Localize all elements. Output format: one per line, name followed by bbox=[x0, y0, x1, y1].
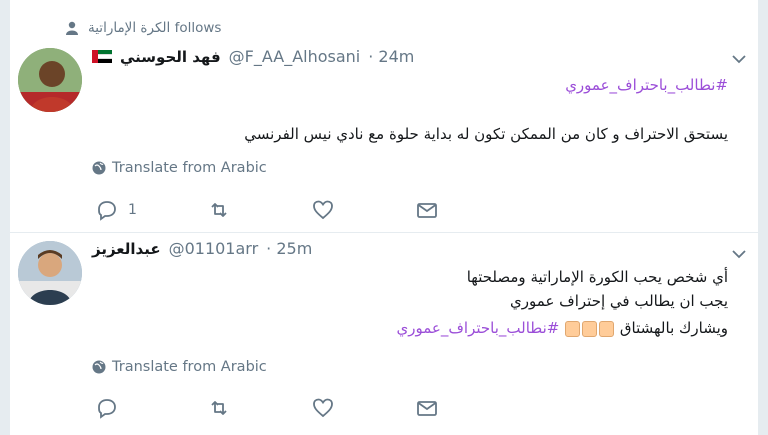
tweet[interactable]: عبدالعزيز @01101arr · 25m أي شخص يحب الك… bbox=[10, 233, 758, 435]
tweet[interactable]: فهد الحوسني @F_AA_Alhosani · 24m #نطالب_… bbox=[10, 40, 758, 233]
tweet-text: ويشارك بالهشتاق bbox=[619, 319, 728, 337]
avatar[interactable] bbox=[18, 241, 82, 305]
user-handle[interactable]: @F_AA_Alhosani bbox=[229, 47, 361, 66]
tweet-text: يستحق الاحتراف و كان من الممكن تكون له ب… bbox=[244, 125, 728, 143]
direct-message-button[interactable] bbox=[416, 199, 438, 221]
display-name[interactable]: عبدالعزيز bbox=[92, 240, 161, 258]
retweet-button[interactable] bbox=[208, 199, 230, 221]
retweet-button[interactable] bbox=[208, 397, 230, 419]
translate-link[interactable]: Translate from Arabic bbox=[92, 359, 267, 375]
retweet-icon bbox=[211, 203, 227, 217]
tweet-actions: 1 bbox=[92, 199, 452, 221]
like-icon bbox=[313, 398, 333, 418]
translate-label: Translate from Arabic bbox=[112, 160, 267, 176]
timeline: الكرة الإماراتية follows فهد الحوسني @F_… bbox=[10, 0, 758, 435]
message-icon bbox=[417, 401, 437, 416]
avatar[interactable] bbox=[18, 48, 82, 112]
follows-context: الكرة الإماراتية follows bbox=[66, 20, 221, 36]
uae-flag-icon bbox=[92, 50, 112, 64]
like-button[interactable] bbox=[312, 199, 334, 221]
person-icon bbox=[66, 21, 78, 35]
hashtag-link[interactable]: #نطالب_باحتراف_عموري bbox=[397, 319, 560, 337]
tweet-header: فهد الحوسني @F_AA_Alhosani · 24m bbox=[92, 47, 414, 66]
chevron-down-icon[interactable] bbox=[732, 54, 746, 64]
hashtag-link[interactable]: #نطالب_باحتراف_عموري bbox=[565, 76, 728, 94]
thumbs-up-emoji bbox=[582, 320, 598, 337]
direct-message-button[interactable] bbox=[416, 397, 438, 419]
display-name[interactable]: فهد الحوسني bbox=[120, 48, 221, 66]
tweet-actions bbox=[92, 397, 452, 419]
tweet-text-line: أي شخص يحب الكورة الإماراتية ومصلحتها bbox=[466, 268, 728, 286]
user-handle[interactable]: @01101arr bbox=[169, 239, 259, 258]
retweet-icon bbox=[211, 401, 227, 415]
chevron-down-icon[interactable] bbox=[732, 249, 746, 259]
tweet-header: عبدالعزيز @01101arr · 25m bbox=[92, 239, 312, 258]
reply-count: 1 bbox=[128, 202, 137, 218]
tweet-text-line: ويشارك بالهشتاق #نطالب_باحتراف_عموري bbox=[397, 319, 728, 337]
timestamp[interactable]: · 24m bbox=[368, 47, 414, 66]
reply-icon bbox=[98, 201, 116, 221]
timestamp[interactable]: · 25m bbox=[266, 239, 312, 258]
follows-text[interactable]: الكرة الإماراتية follows bbox=[88, 20, 221, 36]
globe-icon bbox=[92, 360, 106, 374]
thumbs-up-emoji bbox=[599, 320, 615, 337]
translate-link[interactable]: Translate from Arabic bbox=[92, 160, 267, 176]
reply-icon bbox=[98, 399, 116, 419]
translate-label: Translate from Arabic bbox=[112, 359, 267, 375]
reply-button[interactable]: 1 bbox=[96, 199, 137, 221]
like-button[interactable] bbox=[312, 397, 334, 419]
reply-button[interactable] bbox=[96, 397, 118, 419]
globe-icon bbox=[92, 161, 106, 175]
tweet-text-line: يجب ان يطالب في إحتراف عموري bbox=[510, 292, 728, 310]
thumbs-up-emoji bbox=[565, 320, 581, 337]
like-icon bbox=[313, 200, 333, 220]
message-icon bbox=[417, 203, 437, 218]
